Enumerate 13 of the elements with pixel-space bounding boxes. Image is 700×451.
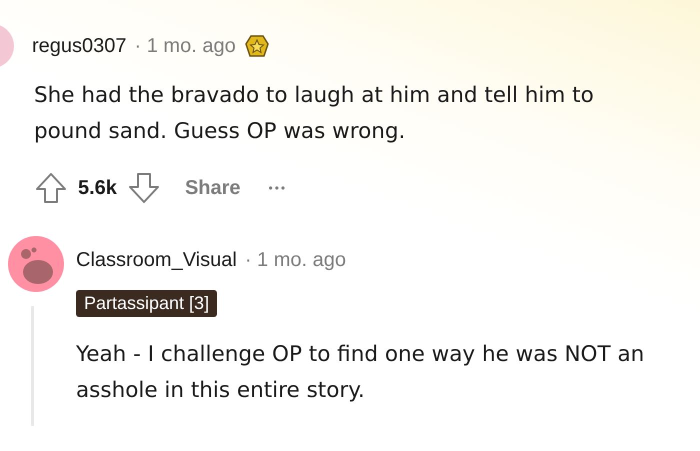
upvote-icon[interactable] <box>34 171 68 205</box>
vote-count: 5.6k <box>78 176 117 200</box>
share-button[interactable]: Share <box>170 176 241 200</box>
more-button[interactable]: ••• <box>250 181 288 195</box>
username[interactable]: Classroom_Visual <box>76 248 237 272</box>
username[interactable]: regus0307 <box>32 34 127 58</box>
comment-text: Yeah - I challenge OP to find one way he was NOT an asshole in this entire story. <box>76 341 646 405</box>
downvote-icon[interactable] <box>126 171 161 205</box>
timestamp: · 1 mo. ago <box>244 248 346 272</box>
comment-text: She had the bravado to laugh at him and tell him to pound sand. Guess OP was wrong. <box>34 82 595 146</box>
avatar-icon[interactable] <box>8 236 64 292</box>
user-flair: Partassipant [3] <box>76 290 218 317</box>
timestamp: · 1 mo. ago <box>134 34 236 58</box>
